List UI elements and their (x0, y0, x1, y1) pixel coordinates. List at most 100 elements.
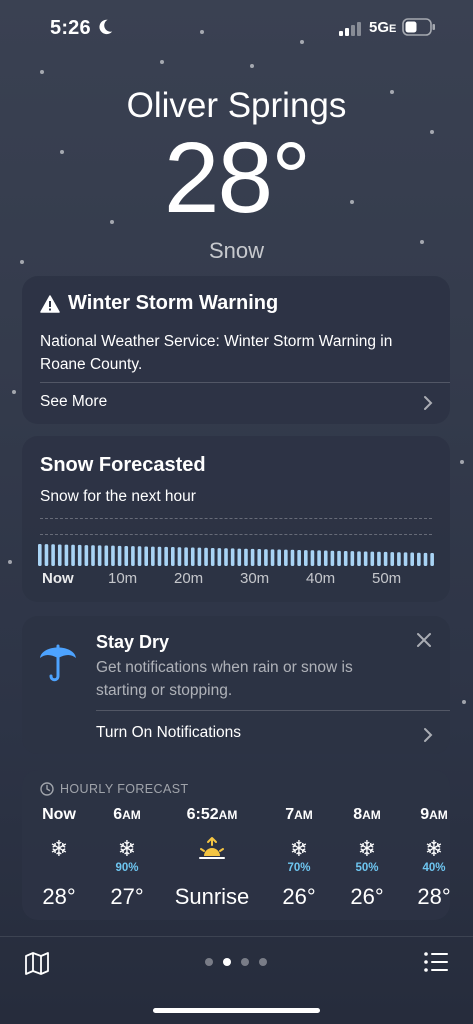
page-dot[interactable] (205, 958, 213, 966)
precipitation-bar (151, 546, 155, 566)
moon-icon (99, 19, 113, 35)
signal-icon (339, 22, 361, 36)
hourly-temp: 27° (110, 884, 144, 909)
precipitation-bar (297, 549, 301, 566)
precip-chance (167, 862, 257, 878)
precipitation-bar (264, 549, 268, 566)
precipitation-bar (157, 546, 162, 566)
precipitation-bar (317, 550, 321, 566)
see-more-link[interactable]: See More (40, 393, 107, 411)
clock-icon (40, 782, 54, 796)
precipitation-bar (304, 550, 308, 566)
precipitation-bar (104, 545, 109, 566)
page-dot[interactable] (241, 958, 249, 966)
snowflake-icon: ❄ (424, 836, 444, 861)
precipitation-bar (370, 551, 375, 566)
precipitation-bar (237, 548, 242, 566)
precipitation-subtitle: Snow for the next hour (40, 488, 196, 505)
grid-line (40, 534, 432, 535)
precipitation-bar (337, 550, 341, 566)
precipitation-bar (117, 545, 122, 566)
sunrise-icon (167, 828, 257, 862)
hourly-time: 9AM (420, 806, 448, 823)
precipitation-bar (97, 545, 102, 566)
map-icon[interactable] (24, 950, 50, 976)
precipitation-bar (44, 544, 49, 566)
status-time: 5:26 (50, 17, 91, 39)
umbrella-icon (40, 644, 76, 682)
precipitation-bar (57, 544, 62, 566)
time-tick: 30m (240, 570, 270, 587)
time-tick: Now (42, 570, 74, 587)
precipitation-bar (417, 552, 421, 566)
turn-on-notifications-button[interactable]: Turn On Notifications (96, 724, 241, 742)
precipitation-bar (377, 551, 381, 566)
city-list-icon[interactable] (423, 950, 449, 974)
precipitation-bar (343, 551, 348, 566)
precipitation-bar (171, 547, 175, 566)
precipitation-bar (51, 544, 55, 566)
hourly-header-label: HOURLY FORECAST (60, 782, 189, 796)
precipitation-bar (111, 545, 115, 566)
time-ticks: Now 10m 20m 30m 40m 50m (22, 570, 450, 590)
precipitation-bar (257, 549, 262, 566)
bottom-bar-divider (0, 936, 473, 937)
time-tick: 20m (174, 570, 204, 587)
precipitation-bar (270, 549, 275, 566)
notifications-title: Stay Dry (96, 632, 170, 652)
warning-triangle-icon (40, 294, 60, 313)
precipitation-bar (330, 550, 335, 566)
precipitation-bar (144, 546, 148, 566)
precipitation-bar (164, 546, 168, 566)
precipitation-bar (230, 548, 235, 566)
hourly-temp: Sunrise (174, 884, 250, 909)
precipitation-bar (397, 552, 401, 566)
hourly-forecast-card[interactable]: HOURLY FORECAST Now ❄ 28° 6AM ❄ 90% 27° 6:52AM S… (22, 770, 451, 920)
page-dot[interactable] (259, 958, 267, 966)
current-condition: Snow (208, 238, 265, 263)
precipitation-bar (310, 550, 315, 566)
precipitation-bar (210, 547, 215, 566)
precipitation-bar (284, 549, 288, 566)
precipitation-bar (38, 544, 42, 566)
current-temperature: 28° (163, 122, 311, 234)
snowflake-icon: ❄ (117, 836, 137, 861)
alert-title: Winter Storm Warning (68, 292, 279, 314)
precipitation-card[interactable]: Snow Forecasted Snow for the next hour N… (22, 436, 450, 602)
precipitation-bar (91, 545, 95, 566)
notifications-text: Get notifications when rain or snow is s… (96, 659, 353, 699)
precipitation-bar (403, 552, 408, 566)
precipitation-bar (184, 547, 188, 566)
chevron-right-icon[interactable] (422, 395, 434, 411)
precipitation-bar (244, 548, 248, 566)
alert-text: National Weather Service: Winter Storm W… (40, 333, 393, 373)
precipitation-bar (323, 550, 328, 566)
precipitation-bar (71, 544, 75, 566)
precipitation-bar (410, 552, 414, 566)
precip-chance: 40% (422, 862, 446, 874)
precipitation-bar (357, 551, 361, 566)
chevron-right-icon[interactable] (422, 727, 434, 743)
battery-icon (402, 18, 435, 36)
time-tick: 50m (372, 570, 402, 587)
home-indicator[interactable] (153, 1008, 320, 1013)
time-tick: 10m (108, 570, 138, 587)
precipitation-bar (363, 551, 368, 566)
precipitation-bar (197, 547, 202, 566)
alert-header: Winter Storm Warning (40, 292, 278, 315)
page-dot[interactable] (223, 958, 231, 966)
precipitation-bar (350, 551, 355, 566)
precipitation-bar (383, 551, 388, 566)
precipitation-bar (190, 547, 195, 566)
hourly-time: 6AM (113, 806, 141, 823)
status-bar: 5:26 5GE (0, 0, 473, 56)
precipitation-bar (64, 544, 69, 566)
hourly-item: 9AM ❄ 40% 28° (389, 806, 473, 910)
grid-line (40, 518, 432, 519)
notifications-card[interactable]: Stay Dry Get notifications when rain or … (22, 616, 450, 754)
page-indicator[interactable] (200, 958, 272, 966)
close-icon[interactable] (416, 632, 432, 648)
divider (40, 382, 450, 383)
precipitation-bar (390, 552, 395, 566)
hourly-item: 6:52AM Sunrise (167, 806, 257, 910)
